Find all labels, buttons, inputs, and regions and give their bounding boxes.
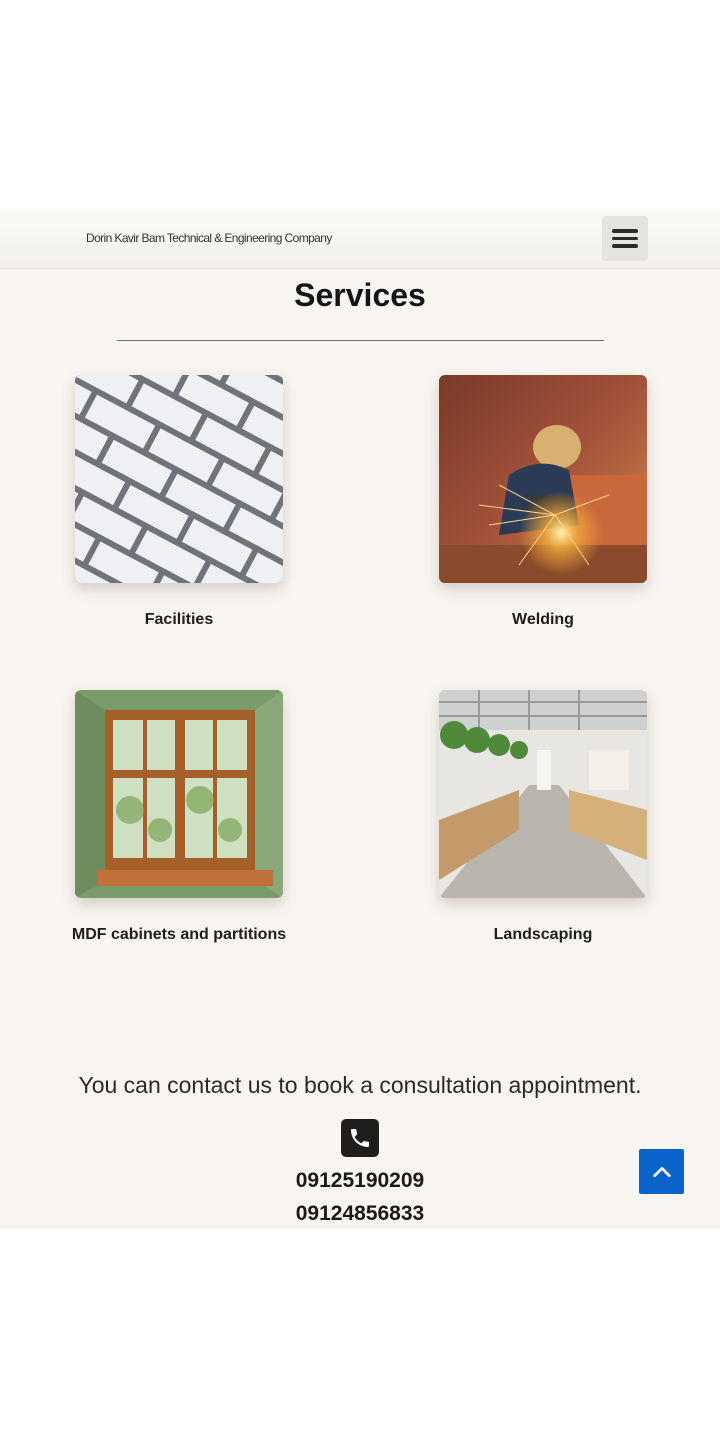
hamburger-menu-icon[interactable] <box>602 216 648 261</box>
scroll-to-top-button[interactable] <box>639 1149 684 1194</box>
contact-text: You can contact us to book a consultatio… <box>78 1072 642 1098</box>
chevron-up-icon <box>652 1166 671 1177</box>
wooden-window-image[interactable] <box>75 690 283 898</box>
welder-image[interactable] <box>439 375 647 583</box>
brick-wall-image[interactable] <box>75 375 283 583</box>
brand-logo-text[interactable]: Dorin Kavir Bam Technical & Engineering … <box>86 231 332 245</box>
phone-number-1[interactable]: 09125190209 <box>0 1169 720 1193</box>
divider <box>117 340 604 341</box>
service-label-landscaping[interactable]: Landscaping <box>393 926 693 944</box>
site-header: Dorin Kavir Bam Technical & Engineering … <box>0 211 720 269</box>
service-label-mdf[interactable]: MDF cabinets and partitions <box>29 926 329 944</box>
phone-number-2[interactable]: 09124856833 <box>0 1202 720 1226</box>
service-label-welding[interactable]: Welding <box>393 611 693 629</box>
office-interior-image[interactable] <box>439 690 647 898</box>
phone-icon <box>341 1119 379 1157</box>
service-label-facilities[interactable]: Facilities <box>29 611 329 629</box>
section-title: Services <box>294 277 426 313</box>
services-section: Services Facilities Welding MDF cabinets… <box>0 269 720 1229</box>
